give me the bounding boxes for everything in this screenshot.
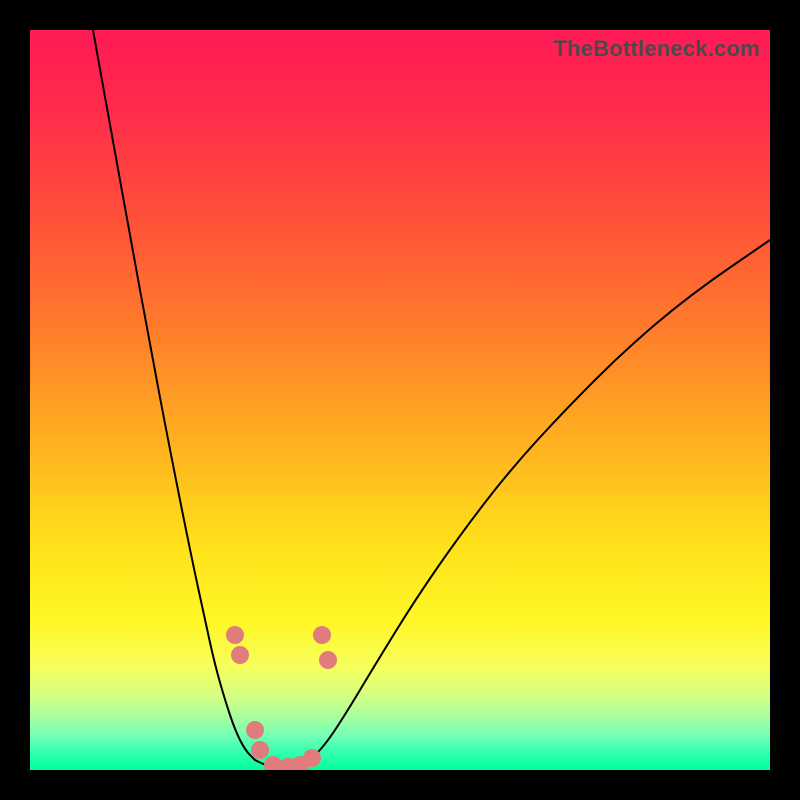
- left-curve: [93, 30, 255, 760]
- right-curve: [310, 240, 770, 760]
- plot-area: TheBottleneck.com: [30, 30, 770, 770]
- data-dot: [251, 741, 269, 759]
- data-dot: [313, 626, 331, 644]
- curves-layer: [30, 30, 770, 770]
- chart-frame: TheBottleneck.com: [0, 0, 800, 800]
- data-dot: [303, 749, 321, 767]
- data-dot: [226, 626, 244, 644]
- data-dot: [246, 721, 264, 739]
- data-dot: [319, 651, 337, 669]
- data-dot: [231, 646, 249, 664]
